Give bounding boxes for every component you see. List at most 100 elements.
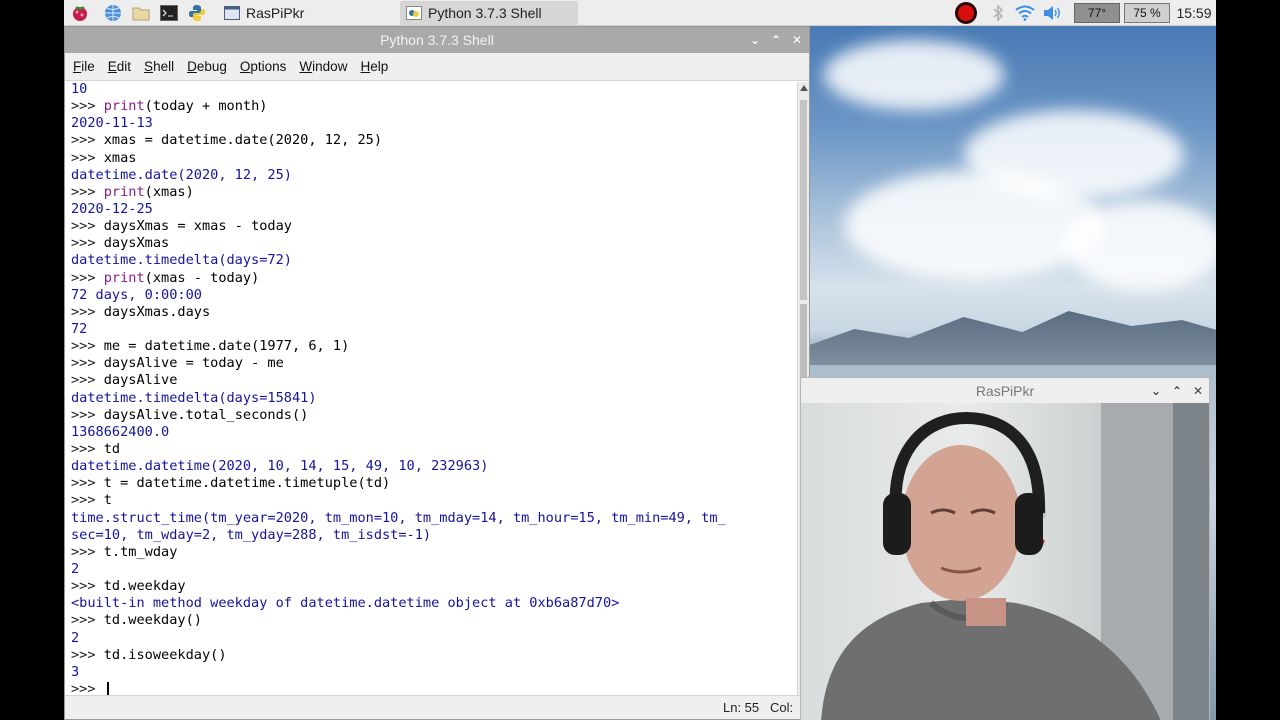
shell-output-line: 2020-11-13 [71, 115, 726, 132]
shell-result: 2 [71, 560, 80, 577]
text-caret [107, 682, 109, 696]
python-icon[interactable] [187, 3, 207, 23]
shell-code: xmas [103, 149, 137, 166]
shell-prompt: >>> [71, 218, 104, 235]
menu-edit[interactable]: Edit [103, 59, 136, 74]
taskbar-task-raspipkr[interactable]: RasPiPkr [218, 1, 394, 25]
menu-help[interactable]: Help [355, 59, 393, 74]
scrollbar-track-upper [800, 100, 807, 300]
shell-prompt: >>> [71, 183, 104, 200]
shell-output-line: datetime.timedelta(days=15841) [71, 390, 726, 407]
shell-code: xmas = datetime.date(2020, 12, 25) [103, 132, 383, 149]
shell-prompt: >>> [71, 235, 104, 252]
maximize-icon[interactable]: ⌃ [1169, 383, 1185, 399]
shell-prompt: >>> [71, 680, 104, 696]
shell-code: t [103, 492, 112, 509]
maximize-icon[interactable]: ⌃ [768, 32, 784, 48]
shell-code: me = datetime.date(1977, 6, 1) [103, 338, 350, 355]
window-title: RasPiPkr [975, 382, 1035, 399]
menu-window[interactable]: Window [294, 59, 352, 74]
shell-text-area[interactable]: 10 >>> print(today + month) 2020-11-13 >>> … [65, 82, 798, 696]
column-number: Col: [770, 700, 794, 715]
shell-keyword: print [103, 269, 145, 286]
shell-result: 2020-11-13 [71, 115, 153, 132]
shell-input-line: >>> daysAlive = today - me [71, 355, 726, 372]
taskbar-task-python-shell[interactable]: Python 3.7.3 Shell [400, 1, 578, 25]
shell-input-line: >>> td [71, 441, 726, 458]
minimize-icon[interactable]: ⌄ [1148, 383, 1164, 399]
window-icon [224, 6, 240, 20]
clock-time: 15:59 [1176, 5, 1212, 21]
raspberry-icon[interactable] [70, 3, 90, 23]
shell-code: daysAlive.total_seconds() [103, 406, 309, 423]
shell-prompt: >>> [71, 492, 104, 509]
shell-prompt: >>> [71, 440, 104, 457]
shell-input-line: >>> daysXmas [71, 235, 726, 252]
shell-result: 3 [71, 663, 80, 680]
window-titlebar[interactable]: Python 3.7.3 Shell ⌄ ⌃ ✕ [65, 27, 809, 53]
taskbar-task-label: RasPiPkr [246, 5, 305, 21]
shell-input-line: >>> t.tm_wday [71, 544, 726, 561]
shell-input-line: >>> daysAlive.total_seconds() [71, 407, 726, 424]
python-shell-window: Python 3.7.3 Shell ⌄ ⌃ ✕ File Edit Shell… [64, 26, 810, 720]
taskbar: RasPiPkr Python 3.7.3 Shell 77° 75 % 15:… [64, 0, 1216, 26]
terminal-icon[interactable] [159, 3, 179, 23]
shell-output-line: 3 [71, 664, 726, 681]
shell-result: sec=10, tm_wday=2, tm_yday=288, tm_isdst… [71, 526, 432, 543]
shell-result: 72 days, 0:00:00 [71, 286, 202, 303]
shell-code: daysXmas.days [103, 303, 211, 320]
shell-result: datetime.timedelta(days=72) [71, 252, 292, 269]
shell-result: datetime.datetime(2020, 10, 14, 15, 49, … [71, 458, 489, 475]
minimize-icon[interactable]: ⌄ [747, 32, 763, 48]
camera-window: RasPiPkr ⌄ ⌃ ✕ [800, 377, 1210, 720]
shell-code: (xmas - today) [144, 269, 260, 286]
shell-input-line: >>> print(xmas) [71, 184, 726, 201]
wallpaper-cloud [1064, 200, 1216, 290]
scroll-up-icon[interactable] [800, 85, 808, 91]
shell-output-line: 72 [71, 321, 726, 338]
shell-prompt: >>> [71, 475, 104, 492]
shell-code: t = datetime.datetime.timetuple(td) [103, 475, 391, 492]
shell-input-line: >>> t [71, 492, 726, 509]
shell-prompt: >>> [71, 372, 104, 389]
desktop: RasPiPkr Python 3.7.3 Shell 77° 75 % 15:… [64, 0, 1216, 720]
clock[interactable]: 15:59 [1176, 3, 1212, 23]
person-image [821, 403, 1209, 720]
shell-input-line: >>> td.weekday() [71, 612, 726, 629]
window-title: Python 3.7.3 Shell [380, 32, 494, 48]
shell-prompt: >>> [71, 338, 104, 355]
statusbar: Ln: 55 Col: [65, 695, 809, 719]
shell-input-line: >>> daysXmas = xmas - today [71, 218, 726, 235]
shell-prompt: >>> [71, 98, 104, 115]
wifi-icon[interactable] [1015, 3, 1035, 23]
window-titlebar[interactable]: RasPiPkr ⌄ ⌃ ✕ [801, 378, 1209, 403]
shell-input-line: >>> xmas = datetime.date(2020, 12, 25) [71, 132, 726, 149]
shell-keyword: print [103, 98, 145, 115]
shell-code: (xmas) [144, 183, 194, 200]
menu-file[interactable]: File [68, 59, 100, 74]
shell-result: 2020-12-25 [71, 200, 153, 217]
shell-output-line: sec=10, tm_wday=2, tm_yday=288, tm_isdst… [71, 527, 726, 544]
menu-debug[interactable]: Debug [182, 59, 232, 74]
wallpaper-cloud [844, 170, 1104, 280]
shell-output-line: 1368662400.0 [71, 424, 726, 441]
shell-output: 10 >>> print(today + month) 2020-11-13 >>> … [71, 82, 726, 696]
cpu-temp-value: 77° [1087, 6, 1107, 20]
wallpaper-mountains [804, 311, 1216, 365]
shell-code: td.weekday [103, 578, 186, 595]
close-icon[interactable]: ✕ [789, 32, 805, 48]
shell-output-line: 2 [71, 630, 726, 647]
shell-output-line: time.struct_time(tm_year=2020, tm_mon=10… [71, 510, 726, 527]
close-icon[interactable]: ✕ [1190, 383, 1206, 399]
shell-input-line: >>> daysXmas.days [71, 304, 726, 321]
menu-options[interactable]: Options [235, 59, 292, 74]
folder-icon[interactable] [131, 3, 151, 23]
globe-icon[interactable] [103, 3, 123, 23]
shell-input-line: >>> daysAlive [71, 372, 726, 389]
bluetooth-icon[interactable] [988, 3, 1008, 23]
record-icon[interactable] [954, 1, 978, 25]
shell-output-line: <built-in method weekday of datetime.dat… [71, 595, 726, 612]
volume-icon[interactable] [1042, 3, 1062, 23]
shell-result: datetime.date(2020, 12, 25) [71, 166, 292, 183]
menu-shell[interactable]: Shell [139, 59, 179, 74]
